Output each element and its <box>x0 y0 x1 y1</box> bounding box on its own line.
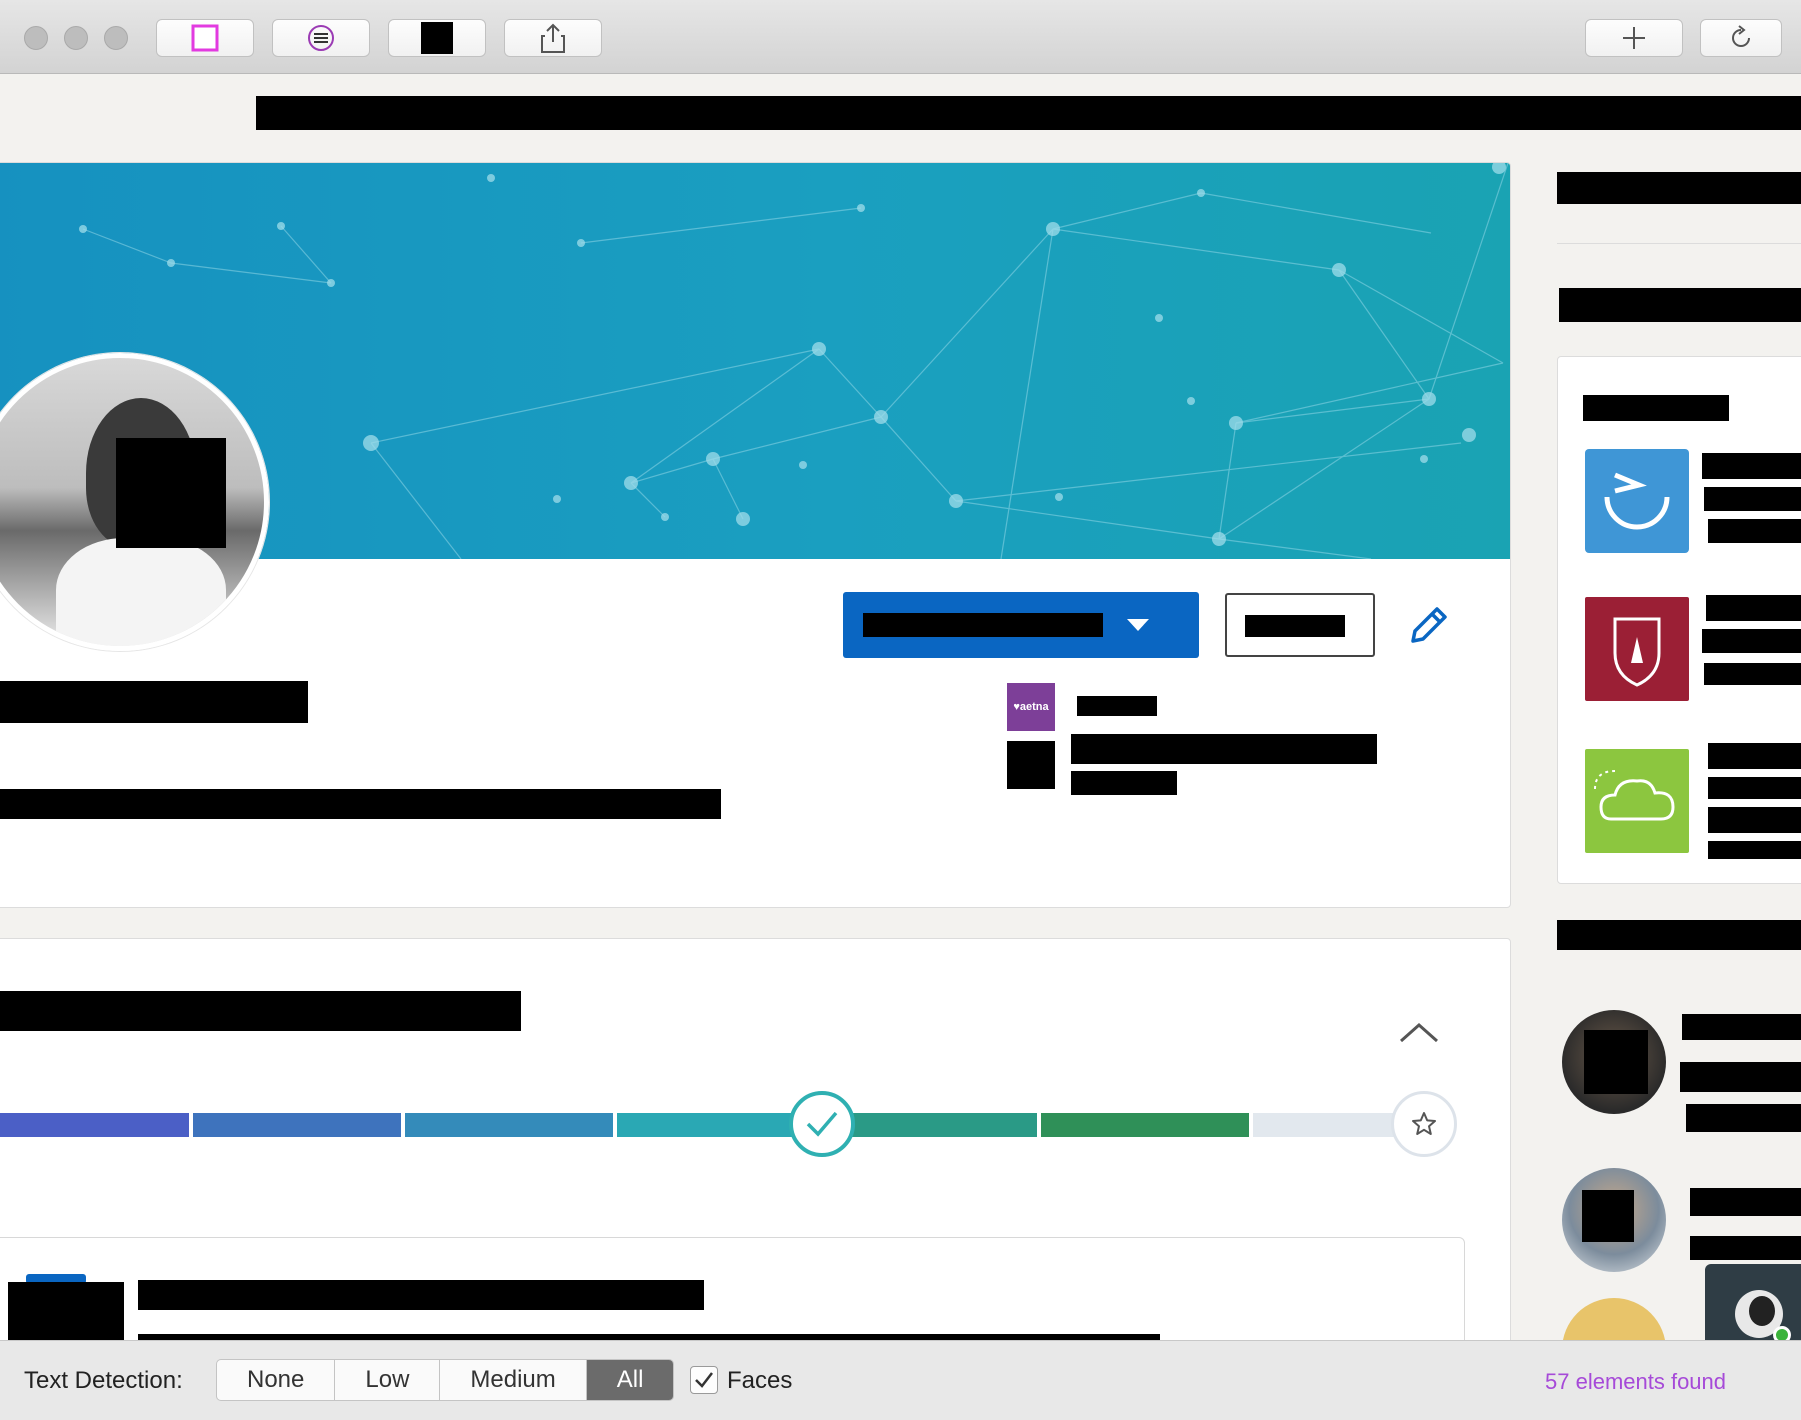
new-tab-button[interactable] <box>1585 19 1683 57</box>
company-logo-text: ♥aetna <box>1013 701 1049 713</box>
text-lines-icon <box>308 25 334 51</box>
progress-segment <box>193 1113 401 1137</box>
profile-strength-card <box>0 938 1511 1340</box>
text-lines-button[interactable] <box>272 19 370 57</box>
redacted-cloud-text <box>1708 743 1801 769</box>
redacted-cloud-text <box>1708 807 1801 833</box>
redacted-university-text <box>1704 663 1801 685</box>
messaging-avatar-silhouette <box>1749 1296 1775 1326</box>
black-square-icon <box>421 22 453 54</box>
share-button[interactable] <box>504 19 602 57</box>
progress-segment <box>829 1113 1037 1137</box>
redacted-rail-heading <box>1557 172 1801 204</box>
redacted-company-text <box>1702 453 1801 479</box>
avatar-shirt <box>56 538 226 646</box>
app-window: ♥aetna Text Detection: None Low Medium A… <box>0 0 1801 1420</box>
star-icon <box>1412 1112 1436 1135</box>
checkmark-icon <box>695 1372 713 1388</box>
redacted-more-label <box>1245 615 1345 637</box>
redacted-company-text <box>1704 487 1801 511</box>
select-box-button[interactable] <box>156 19 254 57</box>
redacted-profile-name <box>0 681 308 723</box>
cloud-logo-tile[interactable] <box>1585 749 1689 853</box>
more-button[interactable] <box>1225 593 1375 657</box>
primary-action-dropdown[interactable] <box>843 592 1199 658</box>
redacted-button-label <box>863 613 1103 637</box>
close-window-button[interactable] <box>24 26 48 50</box>
cloud-icon <box>1594 770 1675 821</box>
redacted-university-text <box>1706 595 1801 621</box>
current-company-logo[interactable]: ♥aetna <box>1007 683 1055 731</box>
person-avatar[interactable] <box>1562 1168 1666 1272</box>
progress-segment <box>0 1113 189 1137</box>
redacted-company-name <box>1077 696 1157 716</box>
redacted-person-title <box>1690 1236 1801 1260</box>
redacted-face <box>116 438 226 548</box>
all-star-marker <box>1391 1091 1457 1157</box>
redacted-cloud-text <box>1708 841 1801 859</box>
checkmark-icon <box>806 1111 838 1137</box>
redacted-school-name-line2 <box>1071 771 1177 795</box>
detection-option-medium[interactable]: Medium <box>440 1360 587 1400</box>
redacted-card-title <box>1583 395 1729 421</box>
profile-card: ♥aetna <box>0 162 1511 908</box>
redacted-face <box>1584 1030 1648 1094</box>
university-logo-tile[interactable] <box>1585 597 1689 701</box>
redacted-rail-heading-2 <box>1559 288 1801 322</box>
detection-option-all[interactable]: All <box>586 1360 674 1400</box>
redacted-suggestion-title <box>138 1280 704 1310</box>
zoom-window-button[interactable] <box>104 26 128 50</box>
messaging-widget[interactable] <box>1705 1264 1801 1340</box>
redacted-university-text <box>1702 629 1801 653</box>
reload-button[interactable] <box>1700 19 1782 57</box>
suggestion-box <box>0 1237 1465 1340</box>
caret-down-icon <box>1127 619 1149 631</box>
faces-label: Faces <box>727 1367 793 1394</box>
pencil-icon[interactable] <box>1403 601 1453 651</box>
minimize-window-button[interactable] <box>64 26 88 50</box>
person-avatar[interactable] <box>1562 1010 1666 1114</box>
rail-divider <box>1557 243 1801 244</box>
redacted-company-text <box>1708 519 1801 543</box>
arrow-smile-logo <box>1604 472 1670 530</box>
rail-companies-card <box>1557 356 1801 884</box>
redacted-school-logo <box>1007 741 1055 789</box>
redacted-suggestion-icon <box>8 1282 124 1340</box>
share-icon <box>541 23 565 53</box>
profile-page: ♥aetna <box>0 74 1801 1340</box>
shield-icon <box>1613 617 1661 687</box>
detection-option-low[interactable]: Low <box>335 1360 441 1400</box>
online-status-dot <box>1773 1326 1791 1340</box>
faces-checkbox[interactable] <box>690 1366 718 1394</box>
redacted-person-name <box>1682 1014 1801 1040</box>
detection-bar: Text Detection: None Low Medium All Face… <box>0 1340 1801 1420</box>
redacted-school-name <box>1071 734 1377 764</box>
redacted-face <box>1582 1190 1634 1242</box>
reload-icon <box>1732 25 1750 47</box>
chevron-up-icon[interactable] <box>1399 1021 1439 1045</box>
person-avatar[interactable] <box>1562 1298 1666 1340</box>
redacted-headline <box>0 789 721 819</box>
redacted-cloud-text <box>1708 777 1801 799</box>
progress-segment <box>405 1113 613 1137</box>
elements-found-count: 57 elements found <box>1545 1369 1727 1394</box>
progress-marker <box>789 1091 855 1157</box>
redacted-person-title <box>1686 1104 1801 1132</box>
window-toolbar <box>0 0 1801 74</box>
detection-option-none[interactable]: None <box>217 1360 336 1400</box>
text-detection-label: Text Detection: <box>24 1367 183 1394</box>
redacted-nav-bar <box>256 96 1801 130</box>
redacted-person-title <box>1680 1062 1801 1092</box>
redact-button[interactable] <box>388 19 486 57</box>
redacted-person-name <box>1690 1188 1801 1216</box>
plus-icon <box>1623 27 1645 49</box>
redacted-section-title <box>0 991 521 1031</box>
progress-segment <box>1041 1113 1249 1137</box>
redacted-people-heading <box>1557 920 1801 950</box>
select-box-icon <box>191 24 219 52</box>
company-logo-tile[interactable] <box>1585 449 1689 553</box>
text-detection-segmented-control: None Low Medium All <box>216 1359 675 1401</box>
